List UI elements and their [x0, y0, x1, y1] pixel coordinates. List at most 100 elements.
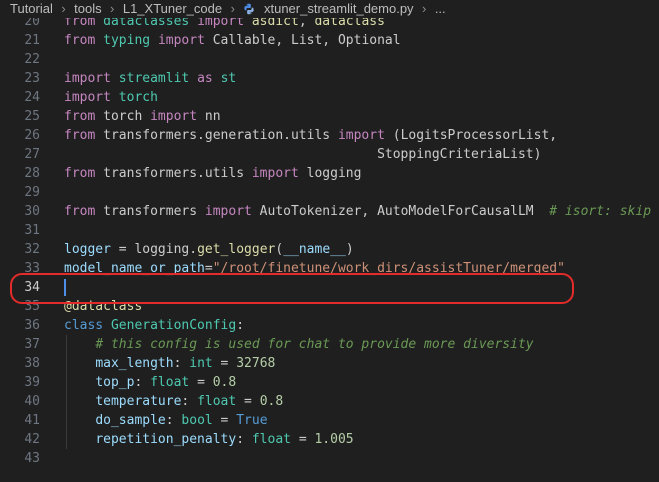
- code-token: from: [64, 166, 96, 181]
- code-token: __name__: [283, 242, 346, 257]
- breadcrumb-separator: ›: [230, 1, 235, 16]
- code-line[interactable]: 23 import streamlit as st: [0, 69, 659, 88]
- line-number: 26: [24, 128, 40, 143]
- code-line[interactable]: 38 max_length: int = 32768: [0, 354, 659, 373]
- line-number: 31: [24, 223, 40, 238]
- code-token: streamlit: [118, 71, 190, 86]
- code-token: torch: [118, 90, 158, 105]
- line-number: 36: [24, 318, 40, 333]
- code-token: class: [64, 318, 104, 333]
- code-line[interactable]: 30 from transformers import AutoTokenizer…: [0, 202, 659, 221]
- breadcrumb-item-tools[interactable]: tools: [74, 0, 101, 18]
- code-token: 0.8: [212, 375, 237, 390]
- code-token: ): [345, 242, 354, 257]
- code-line[interactable]: 40 temperature: float = 0.8: [0, 392, 659, 411]
- line-number: 42: [24, 432, 40, 447]
- code-line[interactable]: 24 import torch: [0, 88, 659, 107]
- code-text: temperature: float = 0.8: [64, 392, 283, 411]
- code-token: import: [157, 33, 205, 48]
- code-line[interactable]: 27 StoppingCriteriaList): [0, 145, 659, 164]
- code-token: :: [165, 413, 182, 428]
- code-token: float: [197, 394, 237, 409]
- code-line[interactable]: 32 logger = logging.get_logger(__name__): [0, 240, 659, 259]
- python-icon: [244, 3, 255, 15]
- code-text: from torch import nn: [64, 107, 221, 126]
- line-number: 39: [24, 375, 40, 390]
- code-token: :: [173, 356, 190, 371]
- code-token: bool: [181, 413, 213, 428]
- code-token: logging: [298, 166, 362, 181]
- code-text: StoppingCriteriaList): [64, 145, 541, 164]
- code-token: 1.005: [314, 432, 354, 447]
- code-text: repetition_penalty: float = 1.005: [64, 430, 354, 449]
- code-token: get_logger: [197, 242, 276, 257]
- line-number: 27: [24, 147, 40, 162]
- code-line[interactable]: 26 from transformers.generation.utils imp…: [0, 126, 659, 145]
- code-token: nn: [197, 109, 221, 124]
- code-line[interactable]: 25 from torch import nn: [0, 107, 659, 126]
- code-token: import: [251, 166, 299, 181]
- code-token: import: [64, 90, 111, 105]
- code-token: typing: [103, 33, 151, 48]
- line-number: 22: [24, 52, 40, 67]
- code-line[interactable]: 36 class GenerationConfig:: [0, 316, 659, 335]
- code-text: logger = logging.get_logger(__name__): [64, 240, 354, 259]
- code-token: max_length: [95, 356, 174, 371]
- code-token: # isort: skip: [549, 204, 652, 219]
- line-number: 38: [24, 356, 40, 371]
- code-line[interactable]: 43: [0, 449, 659, 468]
- code-line[interactable]: 22: [0, 50, 659, 69]
- code-token: =: [212, 413, 237, 428]
- code-token: torch: [95, 109, 151, 124]
- indent-guide: [66, 335, 67, 449]
- code-text: from transformers.generation.utils impor…: [64, 126, 557, 145]
- code-text: import torch: [64, 88, 158, 107]
- code-line[interactable]: 31: [0, 221, 659, 240]
- code-line[interactable]: 39 top_p: float = 0.8: [0, 373, 659, 392]
- code-token: :: [236, 318, 245, 333]
- line-number: 40: [24, 394, 40, 409]
- breadcrumb-item-tutorial[interactable]: Tutorial: [10, 0, 53, 18]
- breadcrumb-item-symbol[interactable]: ...: [435, 0, 446, 18]
- code-token: (: [275, 242, 284, 257]
- code-text: do_sample: bool = True: [64, 411, 267, 430]
- code-token: float: [150, 375, 190, 390]
- breadcrumb-separator: ›: [61, 1, 66, 16]
- code-token: :: [134, 375, 151, 390]
- line-number: 37: [24, 337, 40, 352]
- code-line[interactable]: 37 # this config is used for chat to pro…: [0, 335, 659, 354]
- code-token: (LogitsProcessorList,: [384, 128, 558, 143]
- code-text: import streamlit as st: [64, 69, 236, 88]
- code-token: transformers: [95, 204, 205, 219]
- code-line[interactable]: 42 repetition_penalty: float = 1.005: [0, 430, 659, 449]
- breadcrumb-item-l1-xtuner-code[interactable]: L1_XTuner_code: [123, 0, 222, 18]
- line-number: 41: [24, 413, 40, 428]
- code-token: =: [110, 242, 135, 257]
- code-line[interactable]: 29: [0, 183, 659, 202]
- line-number: 29: [24, 185, 40, 200]
- code-token: Callable, List, Optional: [204, 33, 401, 48]
- code-token: logger: [64, 242, 111, 257]
- code-token: GenerationConfig: [110, 318, 237, 333]
- code-line[interactable]: 28 from transformers.utils import logging: [0, 164, 659, 183]
- code-text: # this config is used for chat to provid…: [64, 335, 533, 354]
- annotation-ring: [10, 273, 574, 304]
- code-line[interactable]: 21 from typing import Callable, List, Opt…: [0, 31, 659, 50]
- code-text: from transformers.utils import logging: [64, 164, 361, 183]
- code-token: =: [236, 394, 260, 409]
- code-token: import: [204, 204, 252, 219]
- code-text: class GenerationConfig:: [64, 316, 244, 335]
- code-token: =: [291, 432, 315, 447]
- code-token: import: [150, 109, 198, 124]
- code-token: logging.: [134, 242, 198, 257]
- breadcrumb-item-file[interactable]: xtuner_streamlit_demo.py: [264, 0, 414, 18]
- code-line[interactable]: 41 do_sample: bool = True: [0, 411, 659, 430]
- code-editor[interactable]: 19import warnings20from dataclasses impo…: [0, 0, 659, 482]
